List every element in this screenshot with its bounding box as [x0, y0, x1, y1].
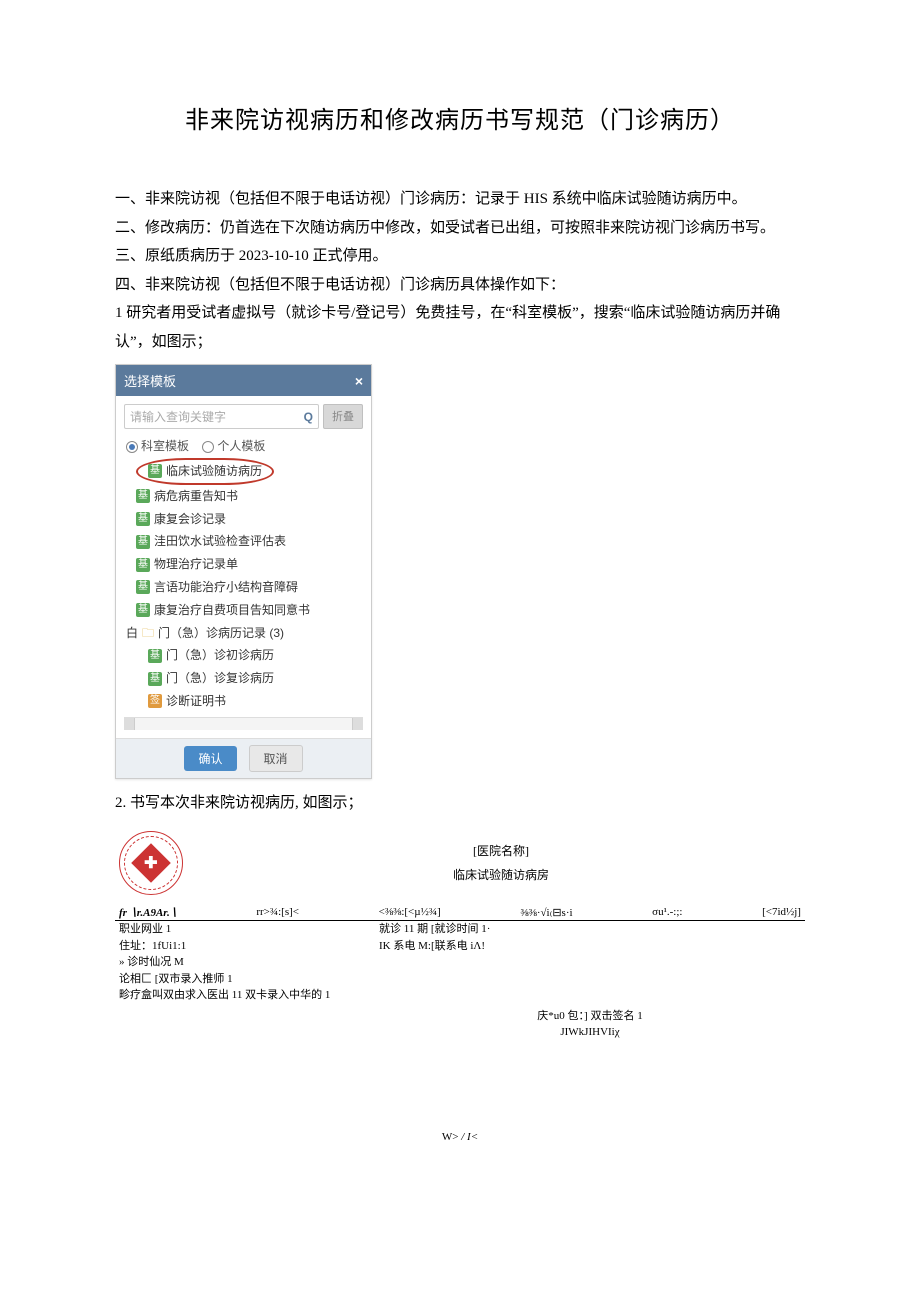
document-page: 非来院访视病历和修改病历书写规范（门诊病历） 一、非来院访视（包括但不限于电话访… [0, 0, 920, 1183]
tag-icon: 基 [136, 535, 150, 549]
tag-icon: 基 [148, 464, 162, 478]
field-line-3: » 诊时仙况 M [119, 954, 805, 971]
folder-label: 门（急）诊病历记录 (3) [158, 622, 284, 645]
search-placeholder: 请输入查询关键字 [130, 408, 226, 425]
tab-personal-label: 个人模板 [217, 439, 265, 453]
tree-label-1: 临床试验随访病历 [166, 460, 262, 483]
field-visit-time: 就诊 11 期 [就诊时间 1· [379, 921, 490, 938]
cell-2: rr>¾:[s]< [256, 906, 299, 919]
tab-dept-label: 科室模板 [141, 439, 189, 453]
modal-body: 请输入查询关键字 Q 折叠 科室模板 个人模板 基 临床试验随访病历 基病危病重… [116, 396, 371, 738]
tag-icon: 签 [148, 694, 162, 708]
paragraph-2: 二、修改病历：仍首选在下次随访病历中修改，如受试者已出组，可按照非来院访视门诊病… [115, 214, 805, 243]
signature-block: 庆*u0 包：] 双击签名 1 JIWkJIHVIiχ [375, 1008, 805, 1041]
scrollbar[interactable] [124, 717, 363, 730]
tag-icon: 基 [136, 580, 150, 594]
radio-personal[interactable] [202, 441, 214, 453]
tree-item-3[interactable]: 基康复会诊记录 [126, 508, 363, 531]
cross-icon: ✚ [144, 853, 157, 873]
modal-header: 选择模板 × [116, 365, 371, 396]
tag-icon: 基 [136, 603, 150, 617]
search-input[interactable]: 请输入查询关键字 Q [124, 404, 319, 429]
search-icon[interactable]: Q [304, 410, 313, 424]
modal-footer: 确认 取消 [116, 738, 371, 778]
paragraph-1: 一、非来院访视（包括但不限于电话访视）门诊病历：记录于 HIS 系统中临床试验随… [115, 185, 805, 214]
hospital-logo: ✚ [119, 831, 183, 895]
radio-dept[interactable] [126, 441, 138, 453]
field-address: 住址：1fUi1:1 [119, 938, 379, 955]
tree-label-9: 门（急）诊复诊病历 [166, 667, 274, 690]
template-modal: 选择模板 × 请输入查询关键字 Q 折叠 科室模板 个人模板 基 [115, 364, 372, 779]
form-titles: [医院名称] 临床试验随访病房 [197, 839, 805, 887]
tree-item-1[interactable]: 基 临床试验随访病历 [126, 458, 363, 485]
tag-icon: 基 [148, 672, 162, 686]
page-footer: W> / I< [115, 1131, 805, 1143]
tag-icon: 基 [148, 649, 162, 663]
scroll-left-icon[interactable] [124, 718, 135, 730]
paragraph-5: 1 研究者用受试者虚拟号（就诊卡号/登记号）免费挂号，在“科室模板”，搜索“临床… [115, 299, 805, 356]
tree-label-10: 诊断证明书 [166, 690, 226, 713]
cell-1: fr ∖r.A9Ar.∖ [119, 906, 177, 919]
tree-item-9[interactable]: 基门（急）诊复诊病历 [126, 667, 363, 690]
tree-item-8[interactable]: 基门（急）诊初诊病历 [126, 644, 363, 667]
tree-label-7: 康复治疗自费项目告知同意书 [154, 599, 310, 622]
highlighted-item: 基 临床试验随访病历 [136, 458, 274, 485]
field-occupation: 职业网业 1 [119, 921, 379, 938]
form-row-header: fr ∖r.A9Ar.∖ rr>¾:[s]< <⅜⅜:[<µ½¾] ⅜⅜·√i₍… [115, 905, 805, 921]
collapse-button[interactable]: 折叠 [323, 404, 363, 429]
footer-mid: / [458, 1131, 467, 1143]
footer-right: I< [467, 1131, 478, 1143]
form-header: ✚ [医院名称] 临床试验随访病房 [115, 827, 805, 899]
tag-icon: 基 [136, 512, 150, 526]
cancel-button[interactable]: 取消 [249, 745, 303, 772]
tag-icon: 基 [136, 489, 150, 503]
paragraph-4: 四、非来院访视（包括但不限于电话访视）门诊病历具体操作如下： [115, 271, 805, 300]
confirm-button[interactable]: 确认 [184, 746, 236, 771]
folder-icon: 🗀 [142, 622, 154, 645]
hospital-name: [医院名称] [197, 839, 805, 863]
page-title: 非来院访视病历和修改病历书写规范（门诊病历） [115, 100, 805, 135]
form-panel: ✚ [医院名称] 临床试验随访病房 fr ∖r.A9Ar.∖ rr>¾:[s]<… [115, 827, 805, 1041]
template-tree: 基 临床试验随访病历 基病危病重告知书 基康复会诊记录 基洼田饮水试验检查评估表… [126, 458, 363, 713]
field-line-5: 畛疗盒叫双由求入医出 11 双卡录入中华的 1 [119, 987, 805, 1004]
cell-5: σu¹.-:;: [652, 906, 682, 919]
tree-label-3: 康复会诊记录 [154, 508, 226, 531]
tree-item-4[interactable]: 基洼田饮水试验检查评估表 [126, 530, 363, 553]
tree-folder[interactable]: 白🗀 门（急）诊病历记录 (3) [126, 622, 363, 645]
ward-title: 临床试验随访病房 [197, 863, 805, 887]
tag-icon: 基 [136, 558, 150, 572]
tree-label-8: 门（急）诊初诊病历 [166, 644, 274, 667]
signature-line-1: 庆*u0 包：] 双击签名 1 [375, 1008, 805, 1025]
tree-item-10[interactable]: 签诊断证明书 [126, 690, 363, 713]
tree-label-2: 病危病重告知书 [154, 485, 238, 508]
search-row: 请输入查询关键字 Q 折叠 [124, 404, 363, 429]
tree-item-6[interactable]: 基言语功能治疗小结构音障碍 [126, 576, 363, 599]
form-body: 职业网业 1 就诊 11 期 [就诊时间 1· 住址：1fUi1:1 IK 系电… [115, 921, 805, 1004]
cell-3: <⅜⅜:[<µ½¾] [379, 906, 441, 919]
tree-item-7[interactable]: 基康复治疗自费项目告知同意书 [126, 599, 363, 622]
field-contact: IK 系电 M:[联系电 iΛ! [379, 938, 485, 955]
field-line-4: 论相匚 [双市录入推师 1 [119, 971, 805, 988]
paragraph-6: 2. 书写本次非来院访视病历, 如图示； [115, 789, 805, 818]
tab-row: 科室模板 个人模板 [124, 437, 363, 454]
footer-left: W> [442, 1131, 459, 1143]
tree-item-2[interactable]: 基病危病重告知书 [126, 485, 363, 508]
signature-line-2: JIWkJIHVIiχ [375, 1024, 805, 1041]
paragraph-3: 三、原纸质病历于 2023-10-10 正式停用。 [115, 242, 805, 271]
tree-item-5[interactable]: 基物理治疗记录单 [126, 553, 363, 576]
close-icon[interactable]: × [355, 373, 363, 389]
modal-title: 选择模板 [124, 371, 176, 390]
folder-prefix: 白 [126, 622, 138, 645]
cell-4: ⅜⅜·√i₍⊟s·i [520, 906, 572, 919]
tree-label-4: 洼田饮水试验检查评估表 [154, 530, 286, 553]
scroll-right-icon[interactable] [352, 718, 363, 730]
tree-label-6: 言语功能治疗小结构音障碍 [154, 576, 298, 599]
cell-6: [<7id½j] [762, 906, 801, 919]
tree-label-5: 物理治疗记录单 [154, 553, 238, 576]
